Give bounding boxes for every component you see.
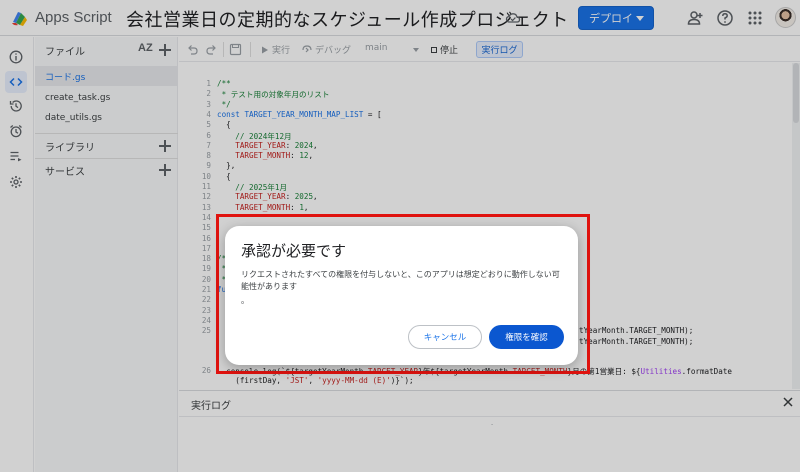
cancel-label: キャンセル	[423, 333, 467, 343]
dialog-message-text: リクエストされたすべての権限を付与しないと、このアプリは想定どおりに動作しない可…	[241, 270, 560, 291]
dialog-message: リクエストされたすべての権限を付与しないと、このアプリは想定どおりに動作しない可…	[241, 269, 566, 307]
review-permissions-label: 権限を確認	[505, 333, 548, 343]
authorization-dialog: 承認が必要です リクエストされたすべての権限を付与しないと、このアプリは想定どお…	[225, 226, 578, 365]
dialog-message-tail: 。	[241, 296, 249, 305]
review-permissions-button[interactable]: 権限を確認	[489, 325, 564, 349]
dialog-title: 承認が必要です	[241, 242, 347, 260]
cancel-button[interactable]: キャンセル	[408, 325, 482, 349]
